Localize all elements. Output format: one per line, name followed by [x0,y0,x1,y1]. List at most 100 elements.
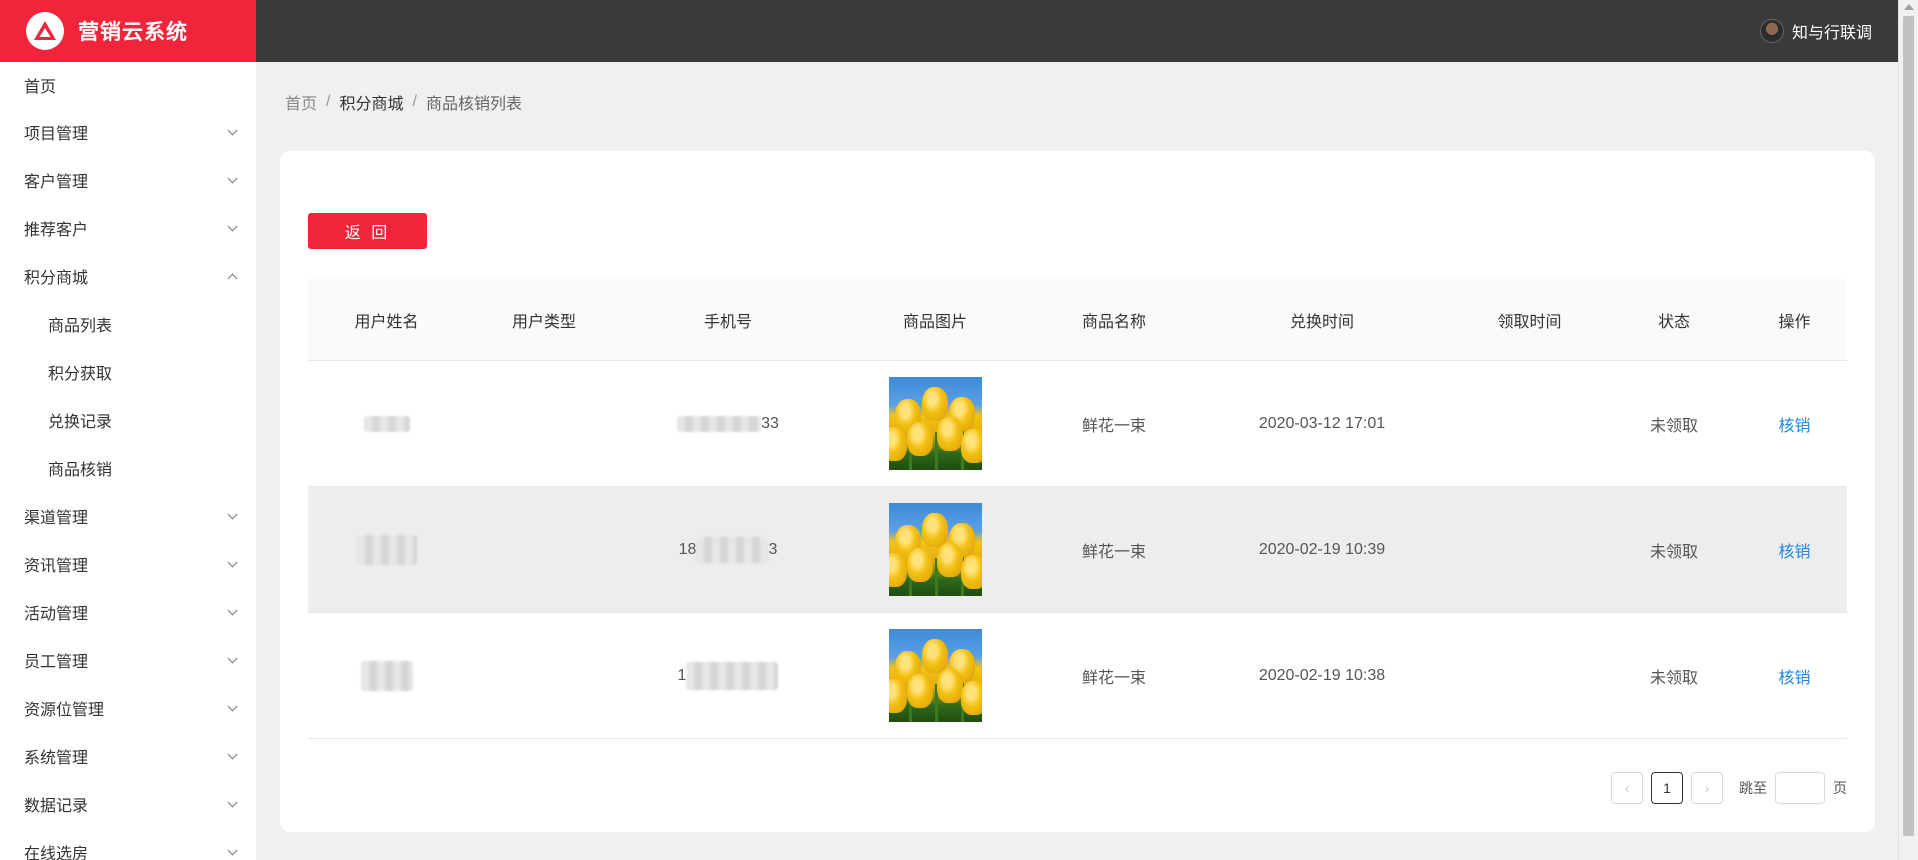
redacted-text [363,415,410,432]
sidebar-item-customers[interactable]: 客户管理 [0,156,256,204]
user-name: 知与行联调 [1791,25,1872,42]
column-header: 操作 [1778,313,1811,331]
user-name-cell [308,613,465,738]
table-row: 18 3 鲜花一束 2020-02-19 10:39 未领取 核销 [308,487,1847,613]
product-image [888,377,982,470]
column-header: 用户姓名 [354,313,419,331]
sidebar-subitem-points-earning[interactable]: 积分获取 [0,348,256,396]
column-header: 商品名称 [1081,313,1146,331]
breadcrumb: 首页 / 积分商城 / 商品核销列表 [285,90,522,114]
page-jump-input[interactable] [1775,772,1825,804]
redacted-text [360,660,413,691]
column-header: 商品图片 [902,313,967,331]
table-row: 33 鲜花一束 2020-03-12 17:01 未领取 核销 [308,361,1847,487]
back-button[interactable]: 返 回 [308,213,427,249]
chevron-down-icon [227,797,238,807]
sidebar-item-activities[interactable]: 活动管理 [0,588,256,636]
product-image [888,629,982,722]
next-page-button[interactable]: › [1691,772,1723,804]
column-header: 用户类型 [511,313,576,331]
page-button[interactable]: 1 [1651,772,1683,804]
verify-link[interactable]: 核销 [1742,361,1847,486]
product-image-cell [833,487,1037,612]
sidebar-item-system[interactable]: 系统管理 [0,732,256,780]
app-title: 营销云系统 [78,21,188,44]
redacted-text [696,536,769,563]
prev-page-button[interactable]: ‹ [1611,772,1643,804]
vertical-scrollbar[interactable] [1898,0,1918,860]
breadcrumb-separator: / [326,93,331,110]
user-menu[interactable]: 知与行联调 [1759,0,1872,62]
sidebar: 首页 项目管理 客户管理 推荐客户 积分商城 商品列表 积分获取 兑换记录 商品… [0,62,256,860]
chevron-down-icon [227,509,238,519]
sidebar-item-data-records[interactable]: 数据记录 [0,780,256,828]
chevron-down-icon [227,221,238,231]
chevron-down-icon [227,749,238,759]
redacted-text [677,415,762,432]
column-header: 状态 [1657,313,1690,331]
sidebar-subitem-product-verification[interactable]: 商品核销 [0,444,256,492]
table-header: 用户姓名 用户类型 手机号 商品图片 商品名称 兑换时间 领取时间 状态 操作 [308,279,1847,361]
sidebar-item-online-room-selection[interactable]: 在线选房 [0,828,256,860]
chevron-left-icon: ‹ [1624,780,1630,796]
verify-link[interactable]: 核销 [1742,487,1847,612]
pickup-time-cell [1453,361,1606,486]
status-cell: 未领取 [1649,669,1698,687]
exchange-time-cell: 2020-03-12 17:01 [1258,414,1386,432]
sidebar-item-referrals[interactable]: 推荐客户 [0,204,256,252]
verification-table: 用户姓名 用户类型 手机号 商品图片 商品名称 兑换时间 领取时间 状态 操作 … [308,279,1847,739]
redacted-text [356,534,417,565]
phone-cell: 33 [623,361,833,486]
avatar [1759,19,1784,43]
pickup-time-cell [1453,613,1606,738]
sidebar-subitem-product-list[interactable]: 商品列表 [0,300,256,348]
sidebar-item-resource-slots[interactable]: 资源位管理 [0,684,256,732]
user-type-cell [465,361,623,486]
user-name-cell [308,487,465,612]
status-cell: 未领取 [1649,417,1698,435]
product-image-cell [833,361,1037,486]
exchange-time-cell: 2020-02-19 10:39 [1258,540,1386,558]
product-image [888,503,982,596]
product-name-cell: 鲜花一束 [1081,669,1146,687]
redacted-text [686,661,779,690]
phone-cell: 1 [623,613,833,738]
product-image-cell [833,613,1037,738]
verify-link[interactable]: 核销 [1742,613,1847,738]
top-bar: 知与行联调 [256,0,1898,62]
sidebar-item-home[interactable]: 首页 [0,62,256,108]
sidebar-item-projects[interactable]: 项目管理 [0,108,256,156]
breadcrumb-current: 商品核销列表 [425,96,522,113]
chevron-down-icon [227,605,238,615]
phone-cell: 18 3 [623,487,833,612]
breadcrumb-separator: / [412,93,417,110]
chevron-right-icon: › [1704,780,1710,796]
pickup-time-cell [1453,487,1606,612]
column-header: 领取时间 [1497,313,1562,331]
logo-icon [26,12,64,50]
breadcrumb-home[interactable]: 首页 [285,90,317,114]
sidebar-item-staff[interactable]: 员工管理 [0,636,256,684]
chevron-up-icon [227,273,238,283]
chevron-down-icon [227,701,238,711]
chevron-down-icon [227,125,238,135]
product-name-cell: 鲜花一束 [1081,543,1146,561]
exchange-time-cell: 2020-02-19 10:38 [1258,666,1386,684]
user-type-cell [465,613,623,738]
sidebar-item-points-mall[interactable]: 积分商城 [0,252,256,300]
scrollbar-thumb[interactable] [1903,16,1914,836]
app-logo[interactable]: 营销云系统 [0,0,256,62]
chevron-down-icon [227,173,238,183]
table-row: 1 鲜花一束 2020-02-19 10:38 未领取 核销 [308,613,1847,739]
chevron-down-icon [227,557,238,567]
column-header: 兑换时间 [1289,313,1354,331]
breadcrumb-section[interactable]: 积分商城 [339,90,403,114]
product-name-cell: 鲜花一束 [1081,417,1146,435]
sidebar-subitem-exchange-records[interactable]: 兑换记录 [0,396,256,444]
jump-label: 跳至 [1739,780,1767,796]
scroll-up-arrow-icon[interactable] [1904,4,1914,10]
user-type-cell [465,487,623,612]
chevron-down-icon [227,653,238,663]
sidebar-item-news[interactable]: 资讯管理 [0,540,256,588]
sidebar-item-channels[interactable]: 渠道管理 [0,492,256,540]
